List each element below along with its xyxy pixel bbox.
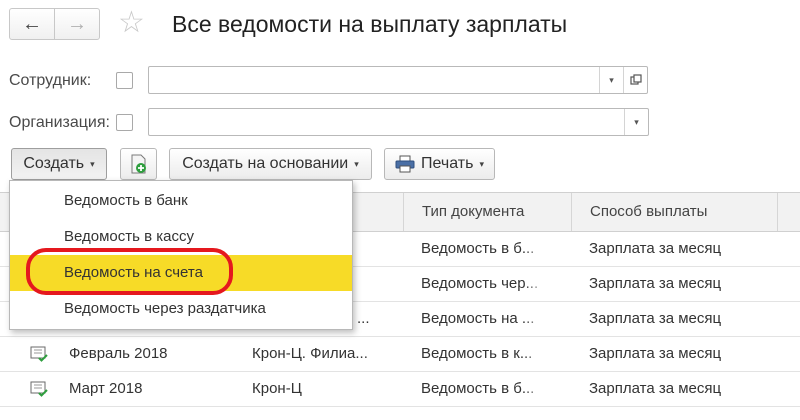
- row-payment-method: Зарплата за месяц: [589, 240, 722, 257]
- chevron-down-icon: ▾: [479, 158, 484, 169]
- row-organization: Крон-Ц: [252, 380, 302, 397]
- menu-item-cash-statement[interactable]: Ведомость в кассу: [10, 219, 352, 255]
- navigation-buttons: ← →: [9, 8, 100, 40]
- create-button-label: Создать: [23, 155, 85, 172]
- chevron-down-icon: ▾: [354, 158, 359, 169]
- menu-item-accounts-statement[interactable]: Ведомость на счета: [10, 255, 352, 291]
- row-doc-type: Ведомость в б...: [421, 240, 535, 257]
- menu-item-bank-statement[interactable]: Ведомость в банк: [10, 183, 352, 219]
- organization-label: Организация:: [9, 114, 110, 131]
- organization-field[interactable]: ▾: [148, 108, 649, 136]
- column-header-payment-method[interactable]: Способ выплаты: [571, 193, 777, 231]
- organization-field-value[interactable]: [149, 109, 624, 135]
- column-header-more[interactable]: [777, 193, 800, 231]
- employee-label: Сотрудник:: [9, 72, 92, 89]
- menu-item-distributor-statement[interactable]: Ведомость через раздатчика: [10, 291, 352, 327]
- add-by-copy-button[interactable]: [120, 148, 157, 180]
- arrow-left-icon: ←: [22, 12, 42, 35]
- chevron-down-icon[interactable]: ▾: [624, 109, 648, 135]
- table-row[interactable]: Март 2018 Крон-Ц Ведомость в б... Зарпла…: [0, 372, 800, 407]
- row-doc-type: Ведомость чер...: [421, 275, 539, 292]
- add-document-icon: [130, 154, 148, 174]
- arrow-right-icon: →: [67, 12, 87, 35]
- print-button-label: Печать: [421, 155, 474, 172]
- print-button[interactable]: Печать ▾: [384, 148, 495, 180]
- create-dropdown-menu: Ведомость в банк Ведомость в кассу Ведом…: [9, 180, 353, 330]
- chevron-down-icon: ▾: [90, 158, 95, 169]
- row-payment-method: Зарплата за месяц: [589, 380, 722, 397]
- forward-button[interactable]: →: [54, 9, 99, 39]
- create-based-on-label: Создать на основании: [182, 155, 349, 172]
- row-payment-method: Зарплата за месяц: [589, 310, 722, 327]
- create-based-on-button[interactable]: Создать на основании ▾: [169, 148, 372, 180]
- row-doc-type: Ведомость на ...: [421, 310, 535, 327]
- table-row[interactable]: Февраль 2018 Крон-Ц. Филиа... Ведомость …: [0, 337, 800, 372]
- row-doc-type: Ведомость в к...: [421, 345, 533, 362]
- row-period: Март 2018: [69, 380, 143, 397]
- row-organization: Крон-Ц. Филиа...: [252, 345, 368, 362]
- row-period: Февраль 2018: [69, 345, 168, 362]
- document-posted-icon: [30, 346, 48, 362]
- back-button[interactable]: ←: [10, 9, 54, 39]
- open-window-icon[interactable]: [623, 67, 647, 93]
- column-header-doc-type[interactable]: Тип документа: [403, 193, 571, 231]
- chevron-down-icon[interactable]: ▾: [599, 67, 623, 93]
- row-organization: ...: [357, 310, 370, 327]
- row-doc-type: Ведомость в б...: [421, 380, 535, 397]
- printer-icon: [395, 155, 415, 173]
- employee-field[interactable]: ▾: [148, 66, 648, 94]
- organization-filter-checkbox[interactable]: [116, 114, 133, 131]
- employee-filter-checkbox[interactable]: [116, 72, 133, 89]
- row-payment-method: Зарплата за месяц: [589, 275, 722, 292]
- document-posted-icon: [30, 381, 48, 397]
- employee-field-value[interactable]: [149, 67, 599, 93]
- page-title: Все ведомости на выплату зарплаты: [172, 11, 568, 37]
- row-payment-method: Зарплата за месяц: [589, 345, 722, 362]
- star-icon[interactable]: ☆: [118, 6, 145, 40]
- create-button[interactable]: Создать ▾: [11, 148, 107, 180]
